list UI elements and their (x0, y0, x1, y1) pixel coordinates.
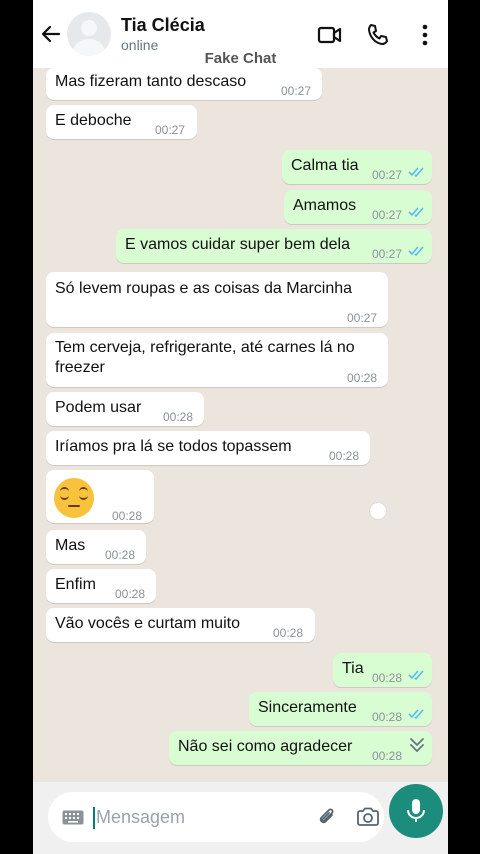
message-outgoing[interactable]: Tia 00:28 (333, 653, 432, 687)
message-text: E vamos cuidar super bem dela (125, 236, 350, 253)
message-incoming[interactable]: Enfim 00:28 (46, 569, 156, 603)
message-time: 00:27 (372, 247, 403, 261)
message-text: Enfim (55, 576, 96, 593)
message-text: Só levem roupas e as coisas da Marcinha (55, 280, 353, 297)
camera-icon[interactable] (356, 807, 380, 827)
voice-record-button[interactable] (389, 784, 443, 838)
message-outgoing[interactable]: E vamos cuidar super bem dela 00:27 (116, 229, 432, 263)
message-outgoing[interactable]: Não sei como agradecer 00:28 (169, 731, 432, 765)
message-time: 00:28 (347, 371, 378, 385)
message-input[interactable]: Mensagem (48, 792, 384, 842)
message-incoming[interactable]: Vão vocês e curtam muito 00:28 (46, 608, 315, 642)
message-time: 00:27 (155, 123, 186, 137)
message-incoming[interactable]: Podem usar 00:28 (46, 392, 204, 426)
message-text: Tia (342, 660, 364, 677)
message-text: Mas fizeram tanto descaso (55, 73, 247, 90)
message-time: 00:28 (105, 548, 136, 562)
message-text: Iríamos pra lá se todos topassem (55, 438, 292, 455)
message-time: 00:28 (163, 410, 194, 424)
composer-bar: Mensagem (33, 782, 448, 854)
message-incoming[interactable]: Mas 00:28 (46, 530, 146, 564)
message-incoming-emoji[interactable]: 00:28 (46, 470, 154, 523)
relieved-face-emoji-icon (54, 478, 94, 518)
keyboard-icon[interactable] (62, 810, 84, 825)
message-time: 00:28 (329, 449, 360, 463)
microphone-icon (407, 799, 425, 822)
message-text: Amamos (293, 197, 357, 214)
read-receipt-icon (408, 670, 424, 680)
message-incoming[interactable]: Iríamos pra lá se todos topassem 00:28 (46, 431, 370, 465)
message-text: Mas (55, 537, 86, 554)
chat-screen: Tia Clécia online Fake Chat Mas fizeram … (33, 0, 448, 854)
message-incoming[interactable]: E deboche 00:27 (46, 105, 197, 139)
attach-icon[interactable] (316, 806, 338, 828)
message-text: Calma tia (291, 157, 359, 174)
message-text: Sinceramente (258, 699, 357, 716)
read-receipt-icon (408, 167, 424, 177)
read-receipt-icon (408, 207, 424, 217)
message-incoming[interactable]: Mas fizeram tanto descaso 00:27 (46, 68, 322, 100)
contact-name[interactable]: Tia Clécia (121, 15, 205, 36)
message-text-line: freezer (55, 359, 105, 376)
voice-call-icon[interactable] (365, 22, 391, 48)
message-incoming[interactable]: Só levem roupas e as coisas da Marcinha … (46, 272, 388, 327)
message-text-line: Tem cerveja, refrigerante, até carnes lá… (55, 339, 355, 356)
message-time: 00:27 (372, 208, 403, 222)
read-receipt-icon (408, 246, 424, 256)
message-text: E deboche (55, 112, 132, 129)
message-time: 00:28 (115, 587, 146, 601)
message-time: 00:27 (372, 168, 403, 182)
video-call-icon[interactable] (317, 22, 343, 48)
message-outgoing[interactable]: Calma tia 00:27 (282, 150, 432, 184)
message-time: 00:27 (281, 84, 312, 98)
message-time: 00:27 (347, 311, 378, 325)
read-receipt-icon (408, 709, 424, 719)
message-text: Não sei como agradecer (178, 738, 353, 755)
back-arrow-icon[interactable] (39, 22, 63, 46)
message-time: 00:28 (273, 626, 304, 640)
text-cursor (93, 807, 95, 829)
message-incoming[interactable]: Tem cerveja, refrigerante, até carnes lá… (46, 333, 388, 387)
message-time: 00:28 (112, 509, 143, 523)
message-time: 00:28 (372, 749, 403, 763)
scroll-down-icon[interactable] (405, 733, 429, 757)
watermark: Fake Chat (204, 50, 277, 67)
message-outgoing[interactable]: Sinceramente 00:28 (249, 692, 432, 726)
message-time: 00:28 (372, 710, 403, 724)
more-options-icon[interactable] (412, 22, 438, 48)
message-text: Podem usar (55, 399, 142, 416)
message-placeholder: Mensagem (96, 807, 186, 827)
message-text: Vão vocês e curtam muito (55, 615, 240, 632)
message-outgoing[interactable]: Amamos 00:27 (284, 190, 432, 224)
message-time: 00:28 (372, 671, 403, 685)
touch-indicator (369, 502, 387, 520)
